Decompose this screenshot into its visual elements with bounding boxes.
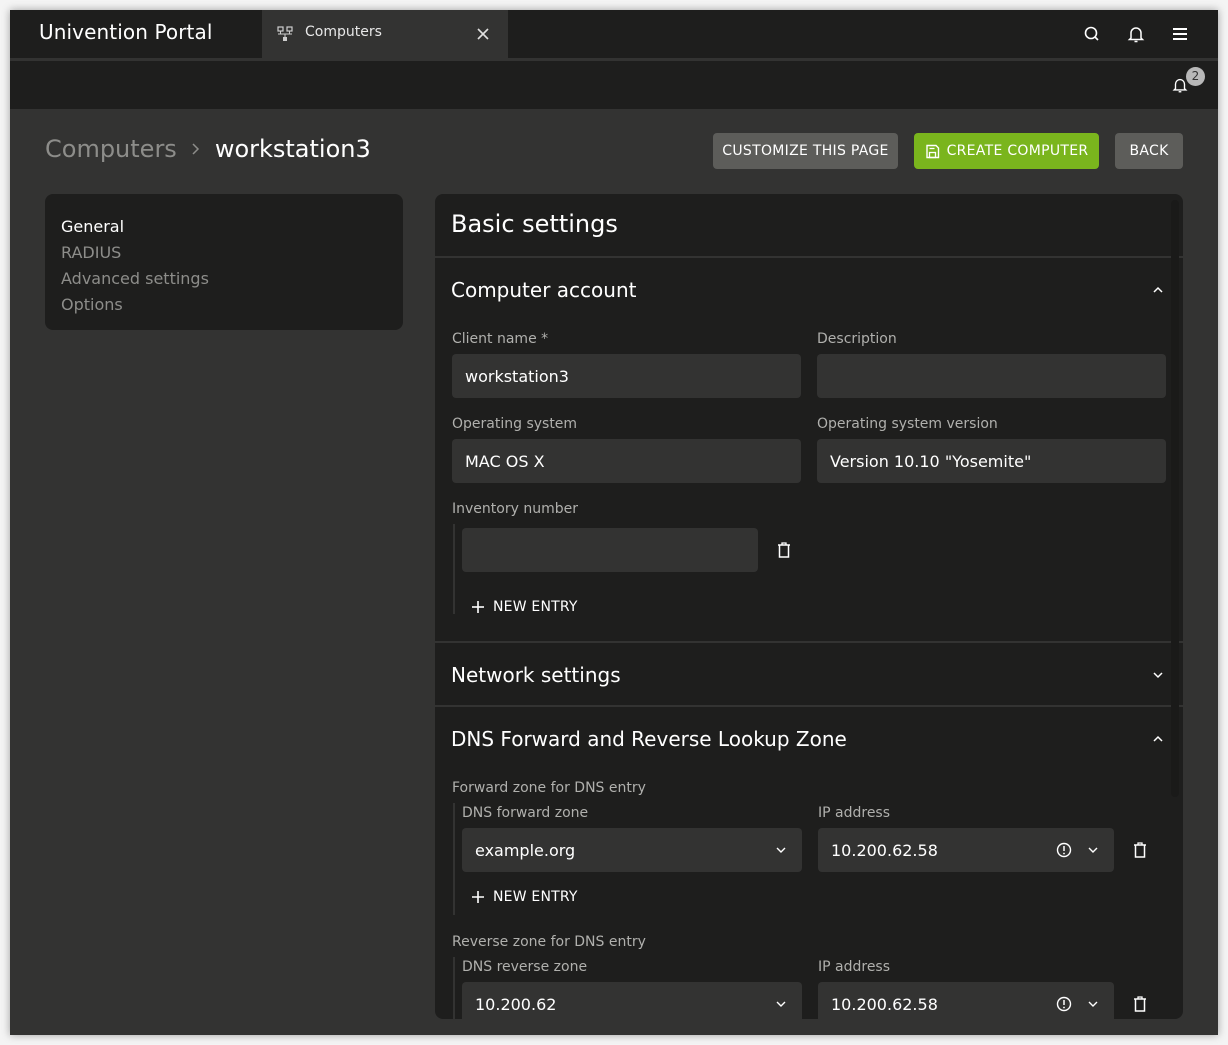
chevron-right-icon bbox=[192, 143, 199, 155]
warning-icon[interactable] bbox=[1056, 996, 1072, 1012]
divider bbox=[435, 256, 1183, 258]
forward-zone-group-label: Forward zone for DNS entry bbox=[452, 780, 646, 796]
bell-icon[interactable] bbox=[1126, 24, 1146, 44]
divider bbox=[435, 641, 1183, 643]
main-panel: Basic settings Computer account Client n… bbox=[435, 194, 1183, 1019]
chevron-down-icon bbox=[776, 847, 786, 853]
computers-network-icon bbox=[277, 26, 293, 41]
forward-group-line bbox=[453, 803, 455, 915]
create-computer-label: CREATE COMPUTER bbox=[946, 143, 1089, 159]
new-entry-label: NEW ENTRY bbox=[493, 889, 578, 905]
sidebar-item-general[interactable]: General bbox=[61, 214, 387, 240]
breadcrumb: Computers workstation3 bbox=[45, 135, 371, 163]
dns-forward-zone-label: DNS forward zone bbox=[462, 805, 589, 821]
inventory-number-label: Inventory number bbox=[452, 501, 578, 517]
description-label: Description bbox=[817, 331, 897, 347]
description-input[interactable] bbox=[817, 354, 1166, 398]
sidebar-item-radius[interactable]: RADIUS bbox=[61, 240, 387, 266]
inventory-group-line bbox=[453, 524, 455, 614]
client-name-value: workstation3 bbox=[465, 366, 569, 386]
plus-icon bbox=[472, 601, 484, 613]
section-dns-title[interactable]: DNS Forward and Reverse Lookup Zone bbox=[451, 727, 847, 751]
portal-title[interactable]: Univention Portal bbox=[39, 20, 213, 44]
dns-reverse-zone-value: 10.200.62 bbox=[475, 994, 557, 1014]
chevron-up-icon[interactable] bbox=[1151, 732, 1165, 746]
dns-forward-zone-value: example.org bbox=[475, 840, 576, 860]
section-network-settings-title[interactable]: Network settings bbox=[451, 663, 621, 687]
dns-reverse-zone-select[interactable]: 10.200.62 bbox=[462, 982, 802, 1019]
delete-forward-entry-icon[interactable] bbox=[1132, 841, 1148, 859]
operating-system-label: Operating system bbox=[452, 416, 578, 432]
reverse-ip-address-label: IP address bbox=[818, 959, 891, 975]
inventory-new-entry-button[interactable]: NEW ENTRY bbox=[472, 599, 578, 615]
reverse-ip-address-select[interactable]: 10.200.62.58 bbox=[818, 982, 1114, 1019]
sidebar-nav: General RADIUS Advanced settings Options bbox=[45, 194, 403, 330]
back-button[interactable]: BACK bbox=[1115, 133, 1183, 169]
create-computer-button[interactable]: CREATE COMPUTER bbox=[914, 133, 1099, 169]
tab-computers[interactable]: Computers bbox=[262, 10, 508, 58]
divider bbox=[435, 705, 1183, 707]
delete-inventory-entry-icon[interactable] bbox=[776, 541, 792, 559]
chevron-down-icon bbox=[1088, 847, 1098, 853]
section-computer-account-title[interactable]: Computer account bbox=[451, 278, 636, 302]
customize-page-button[interactable]: CUSTOMIZE THIS PAGE bbox=[713, 133, 898, 169]
dns-forward-zone-select[interactable]: example.org bbox=[462, 828, 802, 872]
client-name-input[interactable]: workstation3 bbox=[452, 354, 801, 398]
os-version-value: Version 10.10 "Yosemite" bbox=[830, 451, 1032, 471]
forward-ip-address-select[interactable]: 10.200.62.58 bbox=[818, 828, 1114, 872]
warning-icon[interactable] bbox=[1056, 842, 1072, 858]
notification-count-badge: 2 bbox=[1186, 67, 1205, 86]
inventory-number-input[interactable] bbox=[462, 528, 758, 572]
new-entry-label: NEW ENTRY bbox=[493, 599, 578, 615]
reverse-zone-group-label: Reverse zone for DNS entry bbox=[452, 934, 646, 950]
os-version-label: Operating system version bbox=[817, 416, 998, 432]
delete-reverse-entry-icon[interactable] bbox=[1132, 995, 1148, 1013]
breadcrumb-parent[interactable]: Computers bbox=[45, 135, 177, 163]
breadcrumb-current: workstation3 bbox=[214, 135, 371, 163]
main-scrollbar[interactable] bbox=[1171, 200, 1179, 797]
forward-ip-address-value: 10.200.62.58 bbox=[831, 840, 938, 860]
menu-icon[interactable] bbox=[1170, 24, 1190, 44]
chevron-down-icon bbox=[776, 1001, 786, 1007]
chevron-up-icon[interactable] bbox=[1151, 283, 1165, 297]
search-icon[interactable] bbox=[1082, 24, 1102, 44]
chevron-down-icon bbox=[1088, 1001, 1098, 1007]
close-tab-icon[interactable] bbox=[474, 25, 492, 43]
forward-new-entry-button[interactable]: NEW ENTRY bbox=[472, 889, 578, 905]
os-version-input[interactable]: Version 10.10 "Yosemite" bbox=[817, 439, 1166, 483]
plus-icon bbox=[472, 891, 484, 903]
forward-ip-address-label: IP address bbox=[818, 805, 891, 821]
save-icon bbox=[925, 144, 939, 158]
sidebar-item-options[interactable]: Options bbox=[61, 292, 387, 318]
sidebar-item-advanced-settings[interactable]: Advanced settings bbox=[61, 266, 387, 292]
client-name-label: Client name * bbox=[452, 331, 549, 347]
app-window: Univention Portal Computers 2 Computers … bbox=[10, 10, 1218, 1035]
reverse-group-line bbox=[453, 957, 455, 1019]
reverse-ip-address-value: 10.200.62.58 bbox=[831, 994, 938, 1014]
operating-system-value: MAC OS X bbox=[465, 451, 545, 471]
chevron-down-icon[interactable] bbox=[1151, 668, 1165, 682]
page-title: Basic settings bbox=[451, 210, 618, 238]
notification-bar: 2 bbox=[10, 61, 1218, 109]
top-header: Univention Portal Computers bbox=[10, 10, 1218, 58]
dns-reverse-zone-label: DNS reverse zone bbox=[462, 959, 588, 975]
operating-system-input[interactable]: MAC OS X bbox=[452, 439, 801, 483]
tab-label: Computers bbox=[305, 24, 382, 40]
